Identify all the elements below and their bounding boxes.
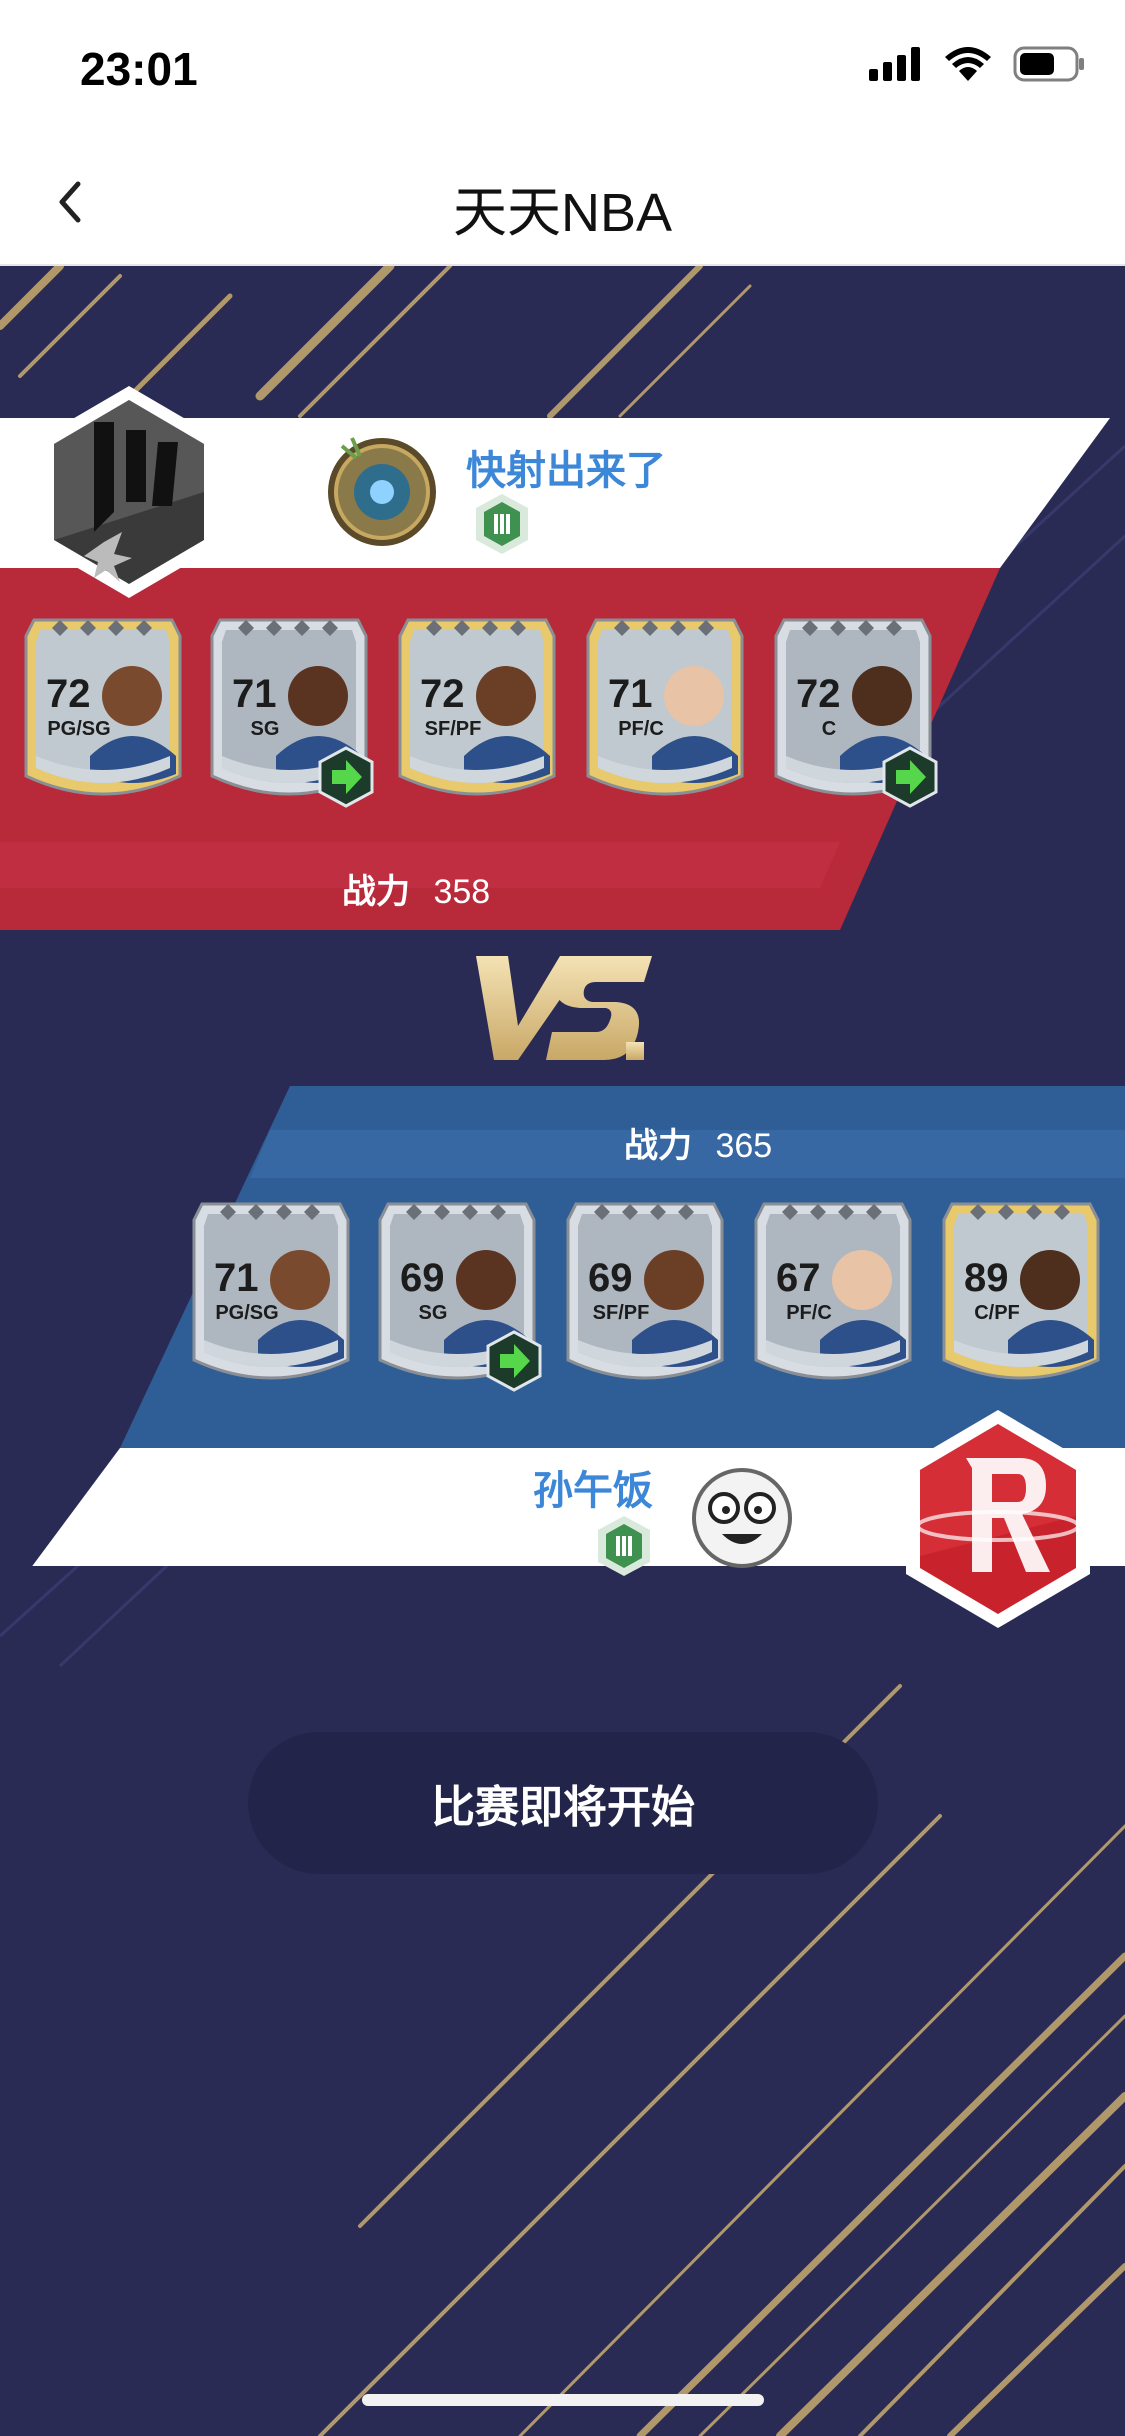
card-rating: 67 — [776, 1256, 821, 1300]
battery-icon — [1013, 46, 1084, 82]
card-rating: 72 — [46, 672, 91, 716]
card-rating: 69 — [588, 1256, 633, 1300]
card-position: C — [821, 718, 837, 740]
home-rank-badge-icon — [476, 494, 528, 554]
player-card[interactable]: 71 PF/C — [582, 606, 748, 816]
match-starting-button[interactable]: 比赛即将开始 — [248, 1732, 878, 1874]
player-card[interactable]: 72 PG/SG — [20, 606, 186, 816]
card-position: SG — [418, 1302, 448, 1324]
card-rating: 89 — [964, 1256, 1009, 1300]
card-rating: 69 — [400, 1256, 445, 1300]
home-power-value: 358 — [433, 873, 491, 911]
away-player-name: 孙午饭 — [533, 1469, 653, 1513]
away-power: 战力 365 — [624, 1118, 772, 1167]
player-card[interactable]: 72 C — [770, 606, 938, 816]
away-power-label: 战力 — [624, 1127, 692, 1165]
card-position: PG/SG — [47, 718, 111, 740]
card-position: PF/C — [786, 1302, 832, 1324]
away-rank-badge-icon — [598, 1516, 650, 1576]
home-player-name: 快射出来了 — [466, 449, 666, 493]
home-power-label: 战力 — [342, 873, 410, 911]
home-team-logo — [40, 386, 218, 598]
card-frame — [192, 1202, 350, 1380]
player-card[interactable]: 71 PG/SG — [188, 1190, 354, 1400]
player-card[interactable]: 71 SG — [206, 606, 374, 816]
card-frame — [398, 618, 556, 796]
upgrade-arrow-icon[interactable] — [882, 746, 938, 808]
card-frame — [754, 1202, 912, 1380]
card-rating: 72 — [420, 672, 465, 716]
card-position: SF/PF — [592, 1302, 650, 1324]
away-power-value: 365 — [715, 1127, 773, 1165]
player-card[interactable]: 69 SF/PF — [562, 1190, 728, 1400]
player-card[interactable]: 69 SG — [374, 1190, 542, 1400]
home-indicator[interactable] — [362, 2394, 764, 2406]
card-position: C/PF — [974, 1302, 1020, 1324]
away-team-logo — [906, 1410, 1090, 1628]
card-frame — [566, 1202, 724, 1380]
away-player-avatar — [692, 1468, 792, 1568]
card-position: SF/PF — [424, 718, 482, 740]
match-screen: 快射出来了 72 PG/SG 71 SG 72 SF/PF 71 PF/C 72 C 战力 358… — [0, 266, 1125, 2436]
card-frame — [586, 618, 744, 796]
vs-emblem — [476, 956, 652, 1060]
navigation-bar: 天天NBA — [0, 140, 1125, 266]
card-position: PF/C — [618, 718, 664, 740]
card-position: SG — [250, 718, 280, 740]
status-icons — [869, 46, 1085, 82]
cellular-signal-icon — [869, 47, 920, 81]
upgrade-arrow-icon[interactable] — [486, 1330, 542, 1392]
card-rating: 72 — [796, 672, 841, 716]
status-time: 23:01 — [80, 43, 198, 95]
upgrade-arrow-icon[interactable] — [318, 746, 374, 808]
status-bar: 23:01 — [0, 0, 1125, 140]
player-card[interactable]: 89 C/PF — [938, 1190, 1104, 1400]
card-rating: 71 — [232, 672, 277, 716]
player-card[interactable]: 72 SF/PF — [394, 606, 560, 816]
card-frame — [942, 1202, 1100, 1380]
card-rating: 71 — [214, 1256, 259, 1300]
wifi-icon — [945, 47, 991, 81]
card-position: PG/SG — [215, 1302, 279, 1324]
home-power: 战力 358 — [342, 864, 490, 913]
page-title: 天天NBA — [452, 183, 673, 243]
player-card[interactable]: 67 PF/C — [750, 1190, 916, 1400]
card-rating: 71 — [608, 672, 653, 716]
card-frame — [24, 618, 182, 796]
home-player-avatar — [328, 437, 436, 546]
